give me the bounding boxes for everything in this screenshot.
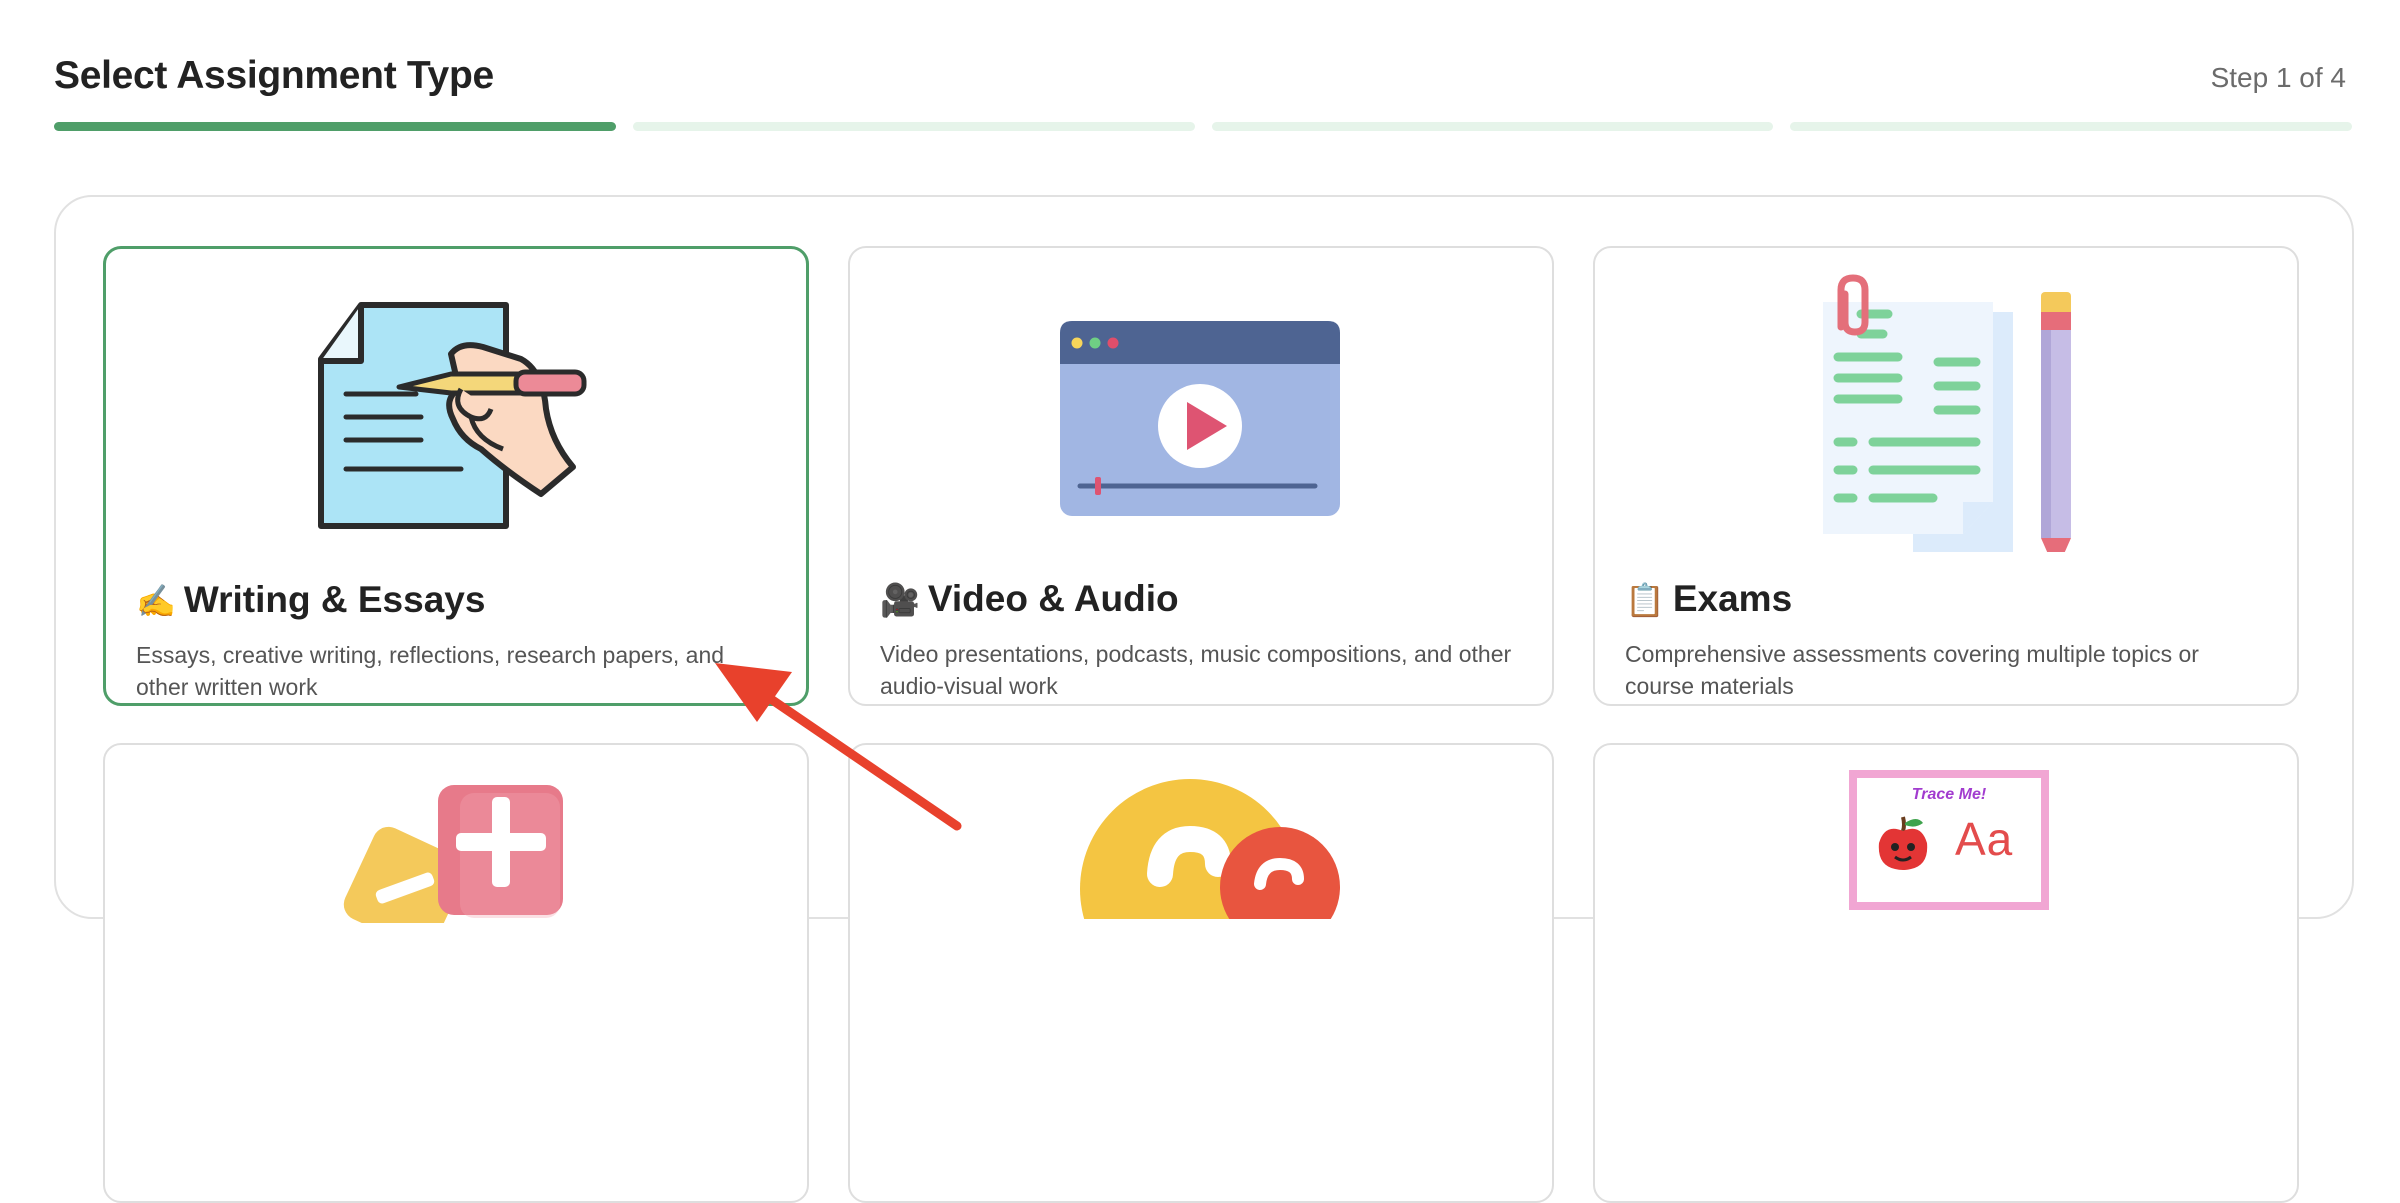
video-player-icon bbox=[1060, 321, 1340, 516]
card-title-text: Writing & Essays bbox=[183, 579, 486, 620]
card-description: Comprehensive assessments covering multi… bbox=[1625, 641, 2199, 699]
trace-label: Trace Me! bbox=[1911, 786, 1987, 803]
apple-icon bbox=[1878, 816, 1928, 870]
writing-hand-emoji-icon: ✍️ bbox=[136, 583, 176, 619]
worksheet-card[interactable]: Trace Me! Aa bbox=[1593, 743, 2299, 1203]
progress-bar bbox=[54, 122, 2352, 131]
progress-segment-3 bbox=[1211, 122, 1774, 131]
card-title: 📋 Exams bbox=[1625, 578, 1792, 620]
math-operations-icon bbox=[343, 785, 563, 923]
card-title: ✍️ Writing & Essays bbox=[136, 579, 485, 621]
card-title: 🎥 Video & Audio bbox=[880, 578, 1179, 620]
trace-worksheet-icon: Trace Me! Aa bbox=[1849, 770, 2049, 910]
card-title-text: Exams bbox=[1672, 578, 1793, 619]
clipboard-emoji-icon: 📋 bbox=[1625, 582, 1665, 618]
card-title-text: Video & Audio bbox=[927, 578, 1179, 619]
question-card[interactable] bbox=[848, 743, 1554, 1203]
step-indicator: Step 1 of 4 bbox=[2210, 62, 2346, 93]
assignment-type-panel: ✍️ Writing & Essays Essays, creative writ… bbox=[54, 195, 2354, 1203]
math-card[interactable] bbox=[103, 743, 809, 1203]
card-description: Essays, creative writing, reflections, r… bbox=[136, 642, 725, 700]
exams-card[interactable]: 📋 Exams Comprehensive assessments coverin… bbox=[1593, 246, 2299, 706]
video-audio-card[interactable]: 🎥 Video & Audio Video presentations, podc… bbox=[848, 246, 1554, 706]
card-description: Video presentations, podcasts, music com… bbox=[880, 641, 1512, 699]
trace-letters: Aa bbox=[1955, 813, 2014, 865]
writing-essays-card[interactable]: ✍️ Writing & Essays Essays, creative writ… bbox=[103, 246, 809, 706]
progress-segment-2 bbox=[632, 122, 1195, 131]
exam-paper-icon bbox=[1823, 274, 2071, 552]
writing-hand-icon bbox=[318, 302, 587, 529]
progress-segment-4 bbox=[1790, 122, 2352, 131]
progress-segment-1 bbox=[54, 122, 616, 131]
question-mark-icon bbox=[1080, 779, 1340, 919]
page-header: Select Assignment Type Step 1 of 4 bbox=[54, 50, 2346, 110]
page-title: Select Assignment Type bbox=[54, 54, 494, 97]
movie-camera-emoji-icon: 🎥 bbox=[880, 582, 920, 618]
